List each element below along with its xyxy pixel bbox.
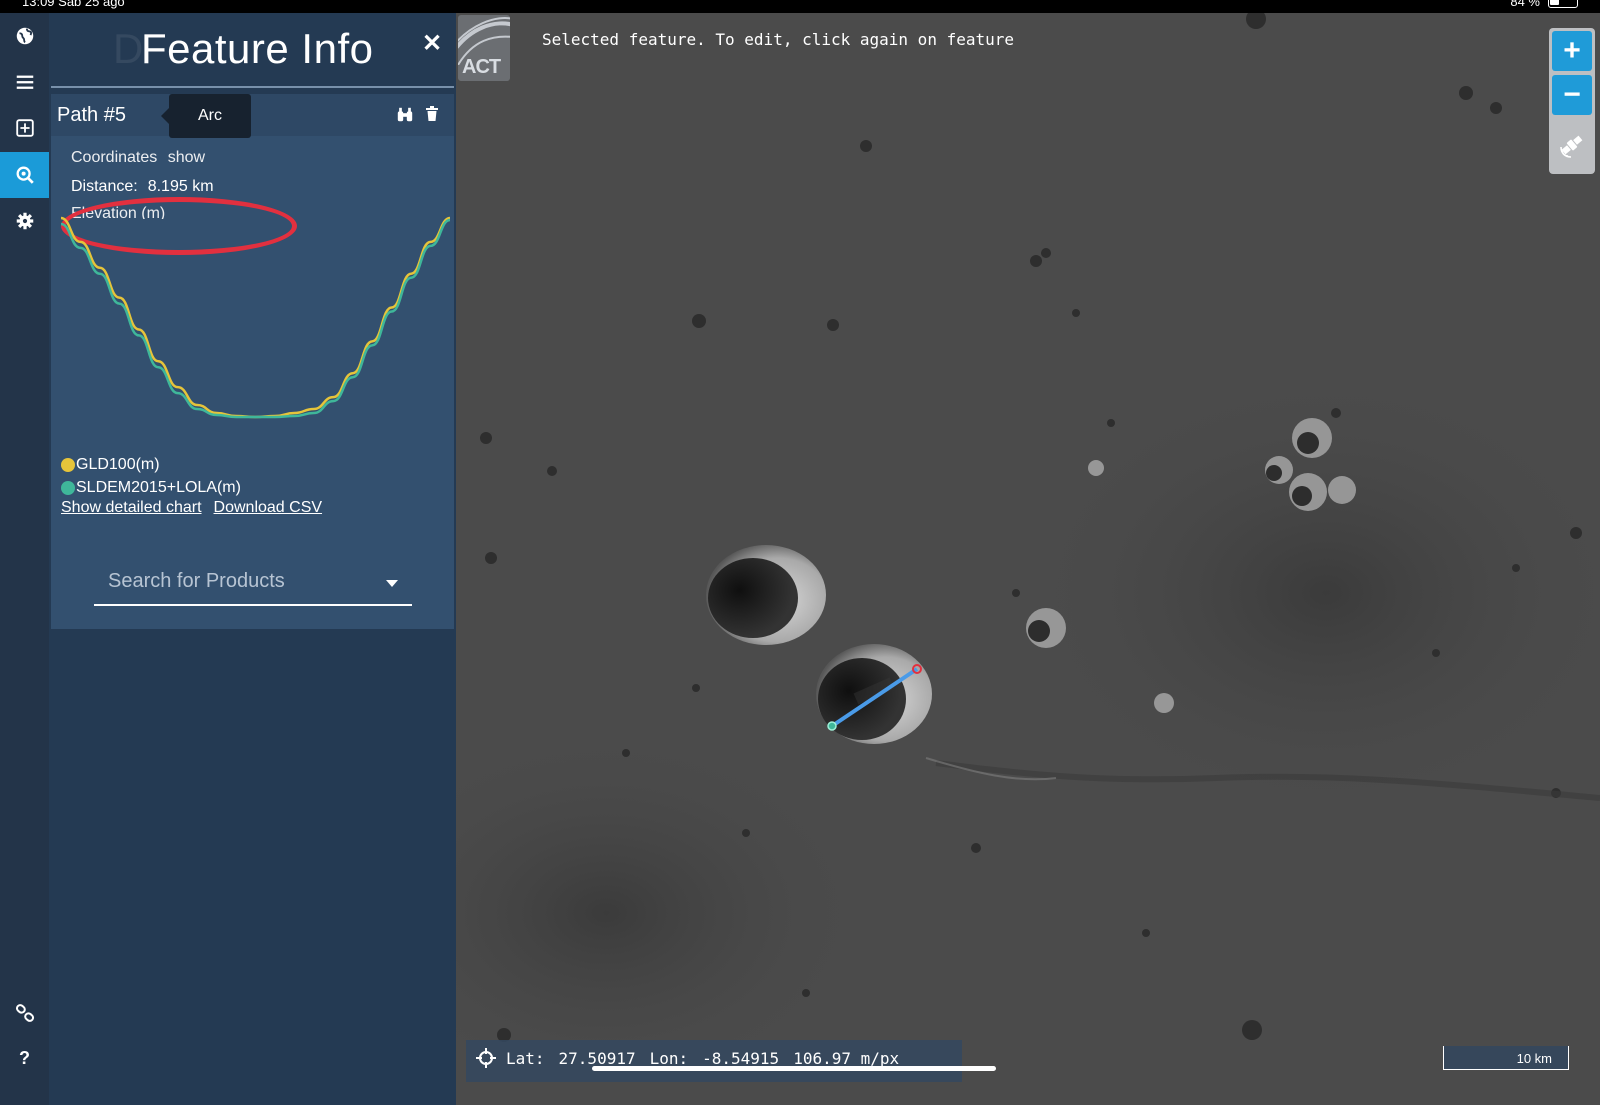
home-indicator: [592, 1066, 996, 1071]
product-search-dropdown[interactable]: Search for Products: [94, 550, 412, 606]
legend-item: SLDEM2015+LOLA(m): [61, 476, 241, 499]
series-line-sldem2015-lola: [60, 218, 451, 419]
panel-title: Feature Info: [141, 25, 374, 72]
show-detailed-chart-link[interactable]: Show detailed chart: [61, 499, 202, 516]
panel-header: D Feature Info ✕: [49, 13, 456, 86]
panel-title-ghost: D: [113, 25, 144, 72]
status-time: 13:09 Sab 25 ago: [22, 0, 125, 9]
settings-button[interactable]: [0, 198, 49, 244]
elevation-profile-chart[interactable]: [59, 214, 454, 439]
download-csv-link[interactable]: Download CSV: [214, 499, 323, 516]
search-placeholder: Search for Products: [108, 570, 285, 592]
link-button[interactable]: [0, 990, 49, 1036]
zoom-in-button[interactable]: +: [1552, 31, 1592, 71]
distance-value: 8.195 km: [147, 178, 214, 195]
crosshair-icon[interactable]: [476, 1048, 496, 1068]
tool-rail: ?: [0, 13, 49, 1105]
close-panel-button[interactable]: ✕: [421, 32, 443, 56]
help-button[interactable]: ?: [0, 1048, 49, 1078]
zoom-controls: + −: [1549, 28, 1595, 174]
link-icon: [15, 1004, 34, 1022]
feature-info-button[interactable]: [0, 152, 49, 198]
map-view[interactable]: ACT Selected feature. To edit, click aga…: [456, 13, 1600, 1105]
chevron-down-icon[interactable]: [386, 580, 398, 587]
legend-label: SLDEM2015+LOLA(m): [76, 478, 241, 496]
satellite-view-button[interactable]: [1552, 122, 1592, 168]
zoom-out-button[interactable]: −: [1552, 75, 1592, 115]
series-line-gld100: [60, 216, 451, 419]
satellite-icon: [1560, 135, 1583, 158]
map-status-message: Selected feature. To edit, click again o…: [542, 30, 1015, 49]
chart-legend: GLD100(m) SLDEM2015+LOLA(m): [61, 453, 241, 499]
system-status-bar: 13:09 Sab 25 ago 84 %: [0, 0, 1600, 13]
cursor-coordinates-bar: Lat: 27.50917 Lon: -8.54915 106.97 m/px: [466, 1040, 962, 1082]
scale-bar: 10 km: [1443, 1046, 1569, 1070]
lunar-terrain-image: [456, 13, 1600, 1105]
menu-icon: [16, 75, 33, 89]
coordinates-label: Coordinates: [71, 150, 158, 163]
feature-info-panel: D Feature Info ✕ Path #5 Arc Coordinates…: [49, 13, 456, 1105]
globe-icon: [16, 27, 33, 45]
legend-swatch-sldem: [61, 480, 75, 495]
add-layer-button[interactable]: [0, 105, 49, 151]
lat-label: Lat:: [506, 1049, 545, 1068]
battery-icon: [1548, 0, 1578, 8]
distance-label: Distance:: [71, 178, 138, 195]
path-start-vertex[interactable]: [827, 721, 837, 731]
search-feature-icon: [16, 166, 34, 184]
legend-swatch-gld100: [61, 457, 75, 472]
coordinates-show-link[interactable]: show: [168, 150, 205, 163]
add-layer-icon: [15, 119, 34, 137]
product-search-area: Search for Products: [51, 540, 454, 620]
binoculars-icon[interactable]: [396, 106, 414, 124]
coordinates-row: Coordinates show: [71, 150, 271, 163]
legend-item: GLD100(m): [61, 453, 241, 476]
trash-icon[interactable]: [425, 106, 439, 122]
feature-card-header: Path #5 Arc: [51, 94, 454, 138]
scale-bar-label: 10 km: [1516, 1051, 1552, 1066]
battery-percent: 84 %: [1510, 0, 1540, 9]
layers-menu-button[interactable]: [0, 59, 49, 105]
globe-button[interactable]: [0, 13, 49, 59]
header-divider: [51, 86, 454, 88]
logo-text: ACT: [462, 56, 501, 78]
act-logo: ACT: [458, 15, 510, 81]
legend-label: GLD100(m): [76, 455, 160, 473]
gear-icon: [16, 212, 33, 230]
feature-name: Path #5: [57, 104, 126, 126]
feature-type-tooltip: Arc: [161, 94, 251, 138]
chart-links: Show detailed chart Download CSV: [61, 499, 322, 517]
distance-row: Distance: 8.195 km: [71, 178, 214, 196]
